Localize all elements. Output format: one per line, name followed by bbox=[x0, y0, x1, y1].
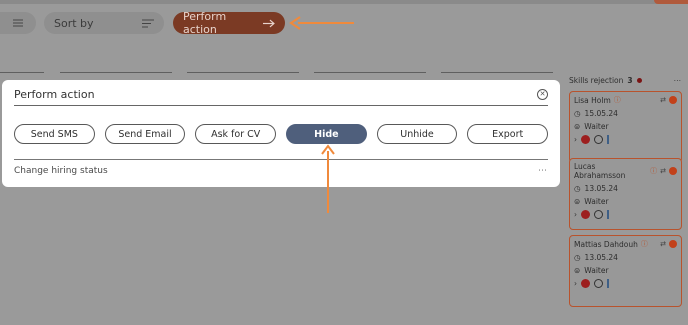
filter-button[interactable] bbox=[0, 12, 36, 34]
briefcase-icon: ⊜ bbox=[574, 266, 581, 275]
document-icon[interactable] bbox=[607, 135, 613, 144]
divider bbox=[14, 105, 548, 106]
modal-title: Perform action bbox=[14, 88, 95, 101]
candidate-name: Lisa Holm bbox=[574, 95, 611, 105]
clock-icon: ◷ bbox=[574, 109, 581, 118]
column-count: 3 bbox=[627, 76, 633, 85]
close-icon[interactable]: ✕ bbox=[537, 89, 548, 100]
check-icon[interactable] bbox=[669, 240, 677, 248]
change-hiring-status-link[interactable]: Change hiring status bbox=[14, 166, 108, 176]
chevron-right-icon[interactable]: › bbox=[574, 279, 577, 288]
candidate-name: Lucas Abrahamsson bbox=[574, 162, 626, 180]
hide-button[interactable]: Hide bbox=[286, 124, 367, 144]
chat-icon[interactable] bbox=[594, 135, 603, 144]
candidate-date: 13.05.24 bbox=[584, 184, 618, 193]
check-icon[interactable] bbox=[669, 167, 677, 175]
unhide-button[interactable]: Unhide bbox=[376, 124, 458, 144]
action-buttons: Send SMS Send Email Ask for CV Hide Unhi… bbox=[14, 124, 549, 144]
ask-for-cv-button[interactable]: Ask for CV bbox=[195, 124, 277, 144]
candidate-card[interactable]: Lisa Holm ⓘ ⇄ ◷ 15.05.24 ⊜ Waiter › bbox=[569, 91, 682, 163]
sort-label: Sort by bbox=[54, 16, 94, 30]
export-button[interactable]: Export bbox=[467, 124, 549, 144]
perform-action-label: Perform action bbox=[183, 10, 227, 36]
send-sms-button[interactable]: Send SMS bbox=[14, 124, 95, 144]
briefcase-icon: ⊜ bbox=[574, 122, 581, 131]
more-icon[interactable]: ⋯ bbox=[674, 76, 683, 85]
document-icon[interactable] bbox=[607, 210, 613, 219]
info-icon: ⓘ bbox=[613, 96, 621, 104]
link-icon[interactable]: ⇄ bbox=[660, 240, 666, 248]
candidate-role: Waiter bbox=[584, 266, 609, 275]
flag-icon bbox=[581, 210, 590, 219]
check-icon[interactable] bbox=[669, 96, 677, 104]
clock-icon: ◷ bbox=[574, 253, 581, 262]
chat-icon[interactable] bbox=[594, 210, 603, 219]
chevron-right-icon[interactable]: › bbox=[574, 210, 577, 219]
perform-action-modal: Perform action ✕ Send SMS Send Email Ask… bbox=[2, 80, 560, 187]
candidate-date: 13.05.24 bbox=[584, 253, 618, 262]
candidate-role: Waiter bbox=[584, 197, 609, 206]
sort-button[interactable]: Sort by bbox=[44, 12, 164, 34]
briefcase-icon: ⊜ bbox=[574, 197, 581, 206]
candidate-card[interactable]: Lucas Abrahamsson ⓘ ⇄ ◷ 13.05.24 ⊜ Waiter … bbox=[569, 158, 682, 230]
info-icon: ⓘ bbox=[640, 240, 648, 248]
link-icon[interactable]: ⇄ bbox=[660, 96, 666, 104]
chevron-right-icon[interactable]: › bbox=[574, 135, 577, 144]
sort-icon bbox=[142, 19, 154, 27]
clock-icon: ◷ bbox=[574, 184, 581, 193]
divider bbox=[14, 159, 548, 160]
top-strip bbox=[0, 0, 688, 4]
perform-action-button[interactable]: Perform action bbox=[173, 10, 285, 36]
candidate-card[interactable]: Mattias Dahdouh ⓘ ⇄ ◷ 13.05.24 ⊜ Waiter › bbox=[569, 235, 682, 307]
candidate-role: Waiter bbox=[584, 122, 609, 131]
column-title: Skills rejection bbox=[569, 76, 624, 85]
status-dot-icon bbox=[636, 78, 642, 83]
document-icon[interactable] bbox=[607, 279, 613, 288]
corner-button[interactable] bbox=[654, 0, 688, 4]
column-header-skills-rejection: Skills rejection 3 ⋯ bbox=[569, 76, 688, 85]
flag-icon bbox=[581, 135, 590, 144]
candidate-name: Mattias Dahdouh bbox=[574, 239, 638, 249]
flag-icon bbox=[581, 279, 590, 288]
more-icon[interactable]: ⋯ bbox=[538, 166, 548, 176]
candidate-date: 15.05.24 bbox=[584, 109, 618, 118]
arrow-right-icon bbox=[263, 19, 275, 27]
info-icon: ⓘ bbox=[650, 167, 658, 175]
filter-icon bbox=[13, 19, 23, 27]
send-email-button[interactable]: Send Email bbox=[104, 124, 186, 144]
chat-icon[interactable] bbox=[594, 279, 603, 288]
link-icon[interactable]: ⇄ bbox=[660, 167, 666, 175]
